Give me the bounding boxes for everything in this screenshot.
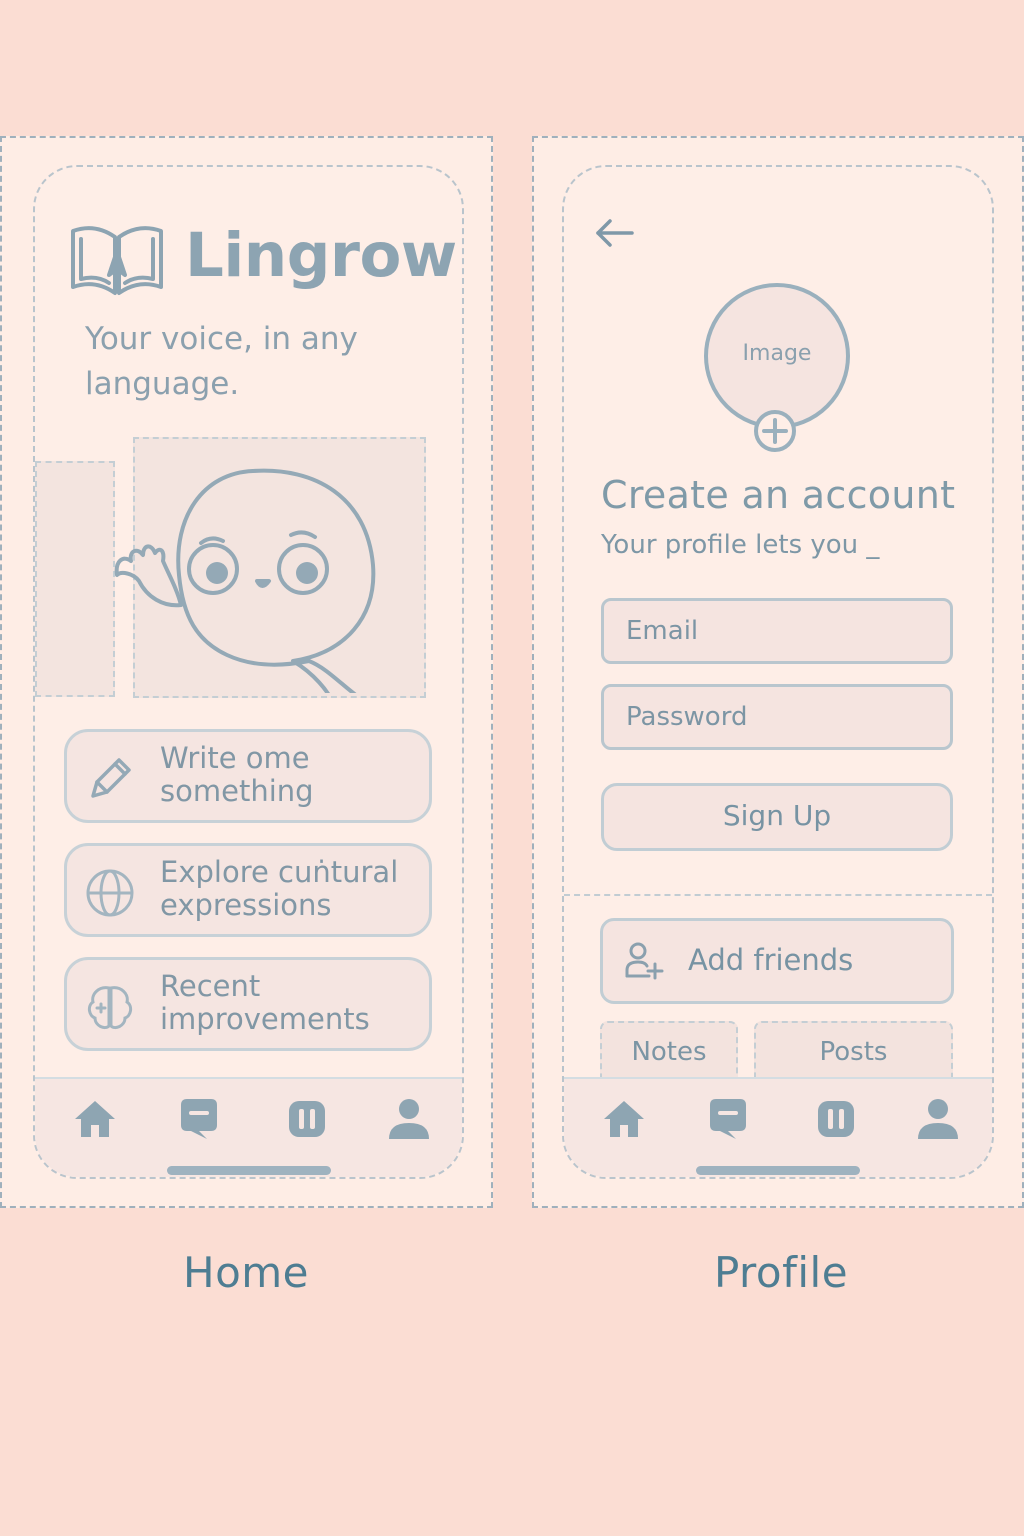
home-tab-bar <box>35 1077 462 1177</box>
chat-icon[interactable] <box>704 1095 752 1143</box>
add-friends-button[interactable]: Add friends <box>600 918 954 1004</box>
profile-tab-bar <box>564 1077 992 1177</box>
profile-phone-mockup: Image Create an account Your profile let… <box>562 165 994 1179</box>
user-icon[interactable] <box>385 1095 433 1143</box>
add-friends-label: Add friends <box>688 943 854 977</box>
write-something-card[interactable]: Write ome something <box>64 729 432 823</box>
profile-screen-caption: Profile <box>713 1248 849 1297</box>
recent-improvements-label: Recent improvements <box>160 969 370 1036</box>
chat-icon[interactable] <box>175 1095 223 1143</box>
app-tagline: Your voice, in any language. <box>85 321 358 402</box>
email-field[interactable] <box>601 598 953 664</box>
recent-improvements-card[interactable]: Recent improvements <box>64 957 432 1051</box>
home-phone-mockup: Lingrow Your voice, in any language. Wri… <box>33 165 464 1179</box>
back-arrow-icon[interactable] <box>592 213 636 253</box>
home-icon[interactable] <box>600 1095 648 1143</box>
globe-icon <box>86 869 134 917</box>
home-indicator-bar <box>166 1166 331 1175</box>
app-title: Lingrow <box>185 220 457 291</box>
user-icon[interactable] <box>914 1095 962 1143</box>
brain-icon <box>87 986 133 1030</box>
explore-cultural-card[interactable]: Explore cuṅtural expressions <box>64 843 432 937</box>
sign-up-button[interactable]: Sign Up <box>601 783 953 851</box>
home-indicator-bar <box>696 1166 860 1175</box>
pause-icon[interactable] <box>283 1095 331 1143</box>
explore-cultural-label: Explore cuṅtural expressions <box>160 855 399 922</box>
pencil-icon <box>91 758 131 798</box>
pause-icon[interactable] <box>812 1095 860 1143</box>
create-account-title: Create an account <box>601 473 956 517</box>
avatar-placeholder-label: Image <box>742 341 812 366</box>
create-account-subtitle: Your profile lets you _ <box>601 530 880 560</box>
section-divider <box>564 894 992 896</box>
write-something-label: Write ome something <box>160 741 314 808</box>
home-screen-caption: Home <box>182 1248 310 1297</box>
book-logo-icon <box>71 226 163 295</box>
add-photo-icon[interactable] <box>752 408 798 454</box>
add-friend-icon <box>625 942 664 980</box>
home-icon[interactable] <box>71 1095 119 1143</box>
password-field[interactable] <box>601 684 953 750</box>
waving-mascot-illustration <box>114 468 376 693</box>
